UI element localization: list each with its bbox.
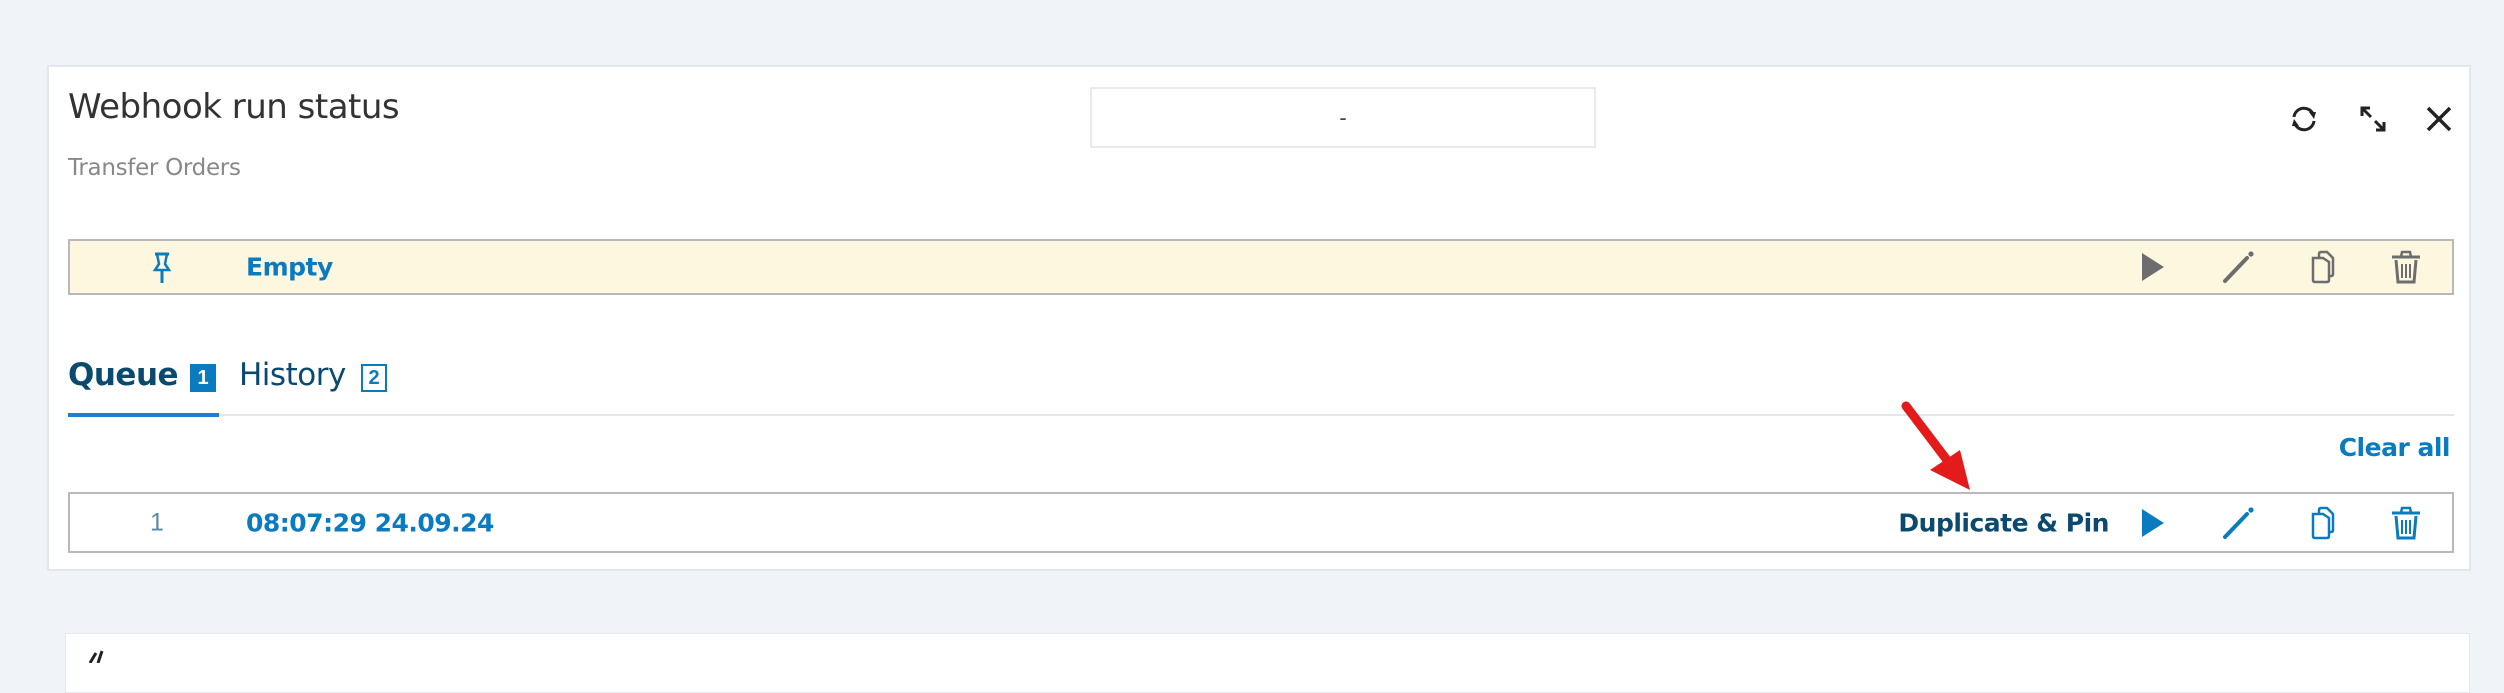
tab-history[interactable]: History bbox=[239, 357, 346, 393]
row-index: 1 bbox=[150, 508, 164, 536]
trash-icon[interactable] bbox=[2388, 505, 2424, 541]
tab-history-label: History bbox=[239, 357, 346, 393]
selector-box[interactable]: - bbox=[1090, 87, 1596, 148]
widget-title: Webhook run status bbox=[68, 87, 400, 127]
queue-count-badge: 1 bbox=[190, 364, 216, 392]
play-icon[interactable] bbox=[2134, 505, 2170, 541]
pinned-label: Empty bbox=[246, 252, 333, 282]
play-icon[interactable] bbox=[2134, 249, 2170, 285]
refresh-icon[interactable] bbox=[2288, 103, 2320, 135]
pinned-row: Empty bbox=[68, 239, 2454, 295]
copy-icon[interactable] bbox=[2305, 249, 2341, 285]
duplicate-pin-label[interactable]: Duplicate & Pin bbox=[1898, 508, 2109, 537]
pin-icon bbox=[152, 252, 172, 283]
close-icon[interactable] bbox=[2423, 103, 2455, 135]
active-tab-indicator bbox=[68, 413, 219, 417]
webhook-run-status-widget: Webhook run status Transfer Orders - Emp… bbox=[47, 65, 2471, 571]
tab-bar: Queue 1 History 2 bbox=[68, 347, 2454, 417]
pencil-icon[interactable] bbox=[2220, 505, 2256, 541]
next-widget-card bbox=[65, 633, 2470, 693]
selector-value: - bbox=[1339, 104, 1347, 130]
pencil-icon[interactable] bbox=[2220, 249, 2256, 285]
trash-icon[interactable] bbox=[2388, 249, 2424, 285]
expand-icon[interactable] bbox=[2357, 103, 2389, 135]
tab-queue[interactable]: Queue bbox=[68, 357, 179, 393]
row-timestamp[interactable]: 08:07:29 24.09.24 bbox=[246, 508, 494, 537]
history-count-badge: 2 bbox=[361, 364, 387, 392]
queue-row: 1 08:07:29 24.09.24 Duplicate & Pin bbox=[68, 492, 2454, 553]
copy-icon[interactable] bbox=[2305, 505, 2341, 541]
widget-subtitle: Transfer Orders bbox=[68, 155, 241, 181]
tab-queue-label: Queue bbox=[68, 357, 179, 393]
clear-all-link[interactable]: Clear all bbox=[2339, 433, 2451, 462]
